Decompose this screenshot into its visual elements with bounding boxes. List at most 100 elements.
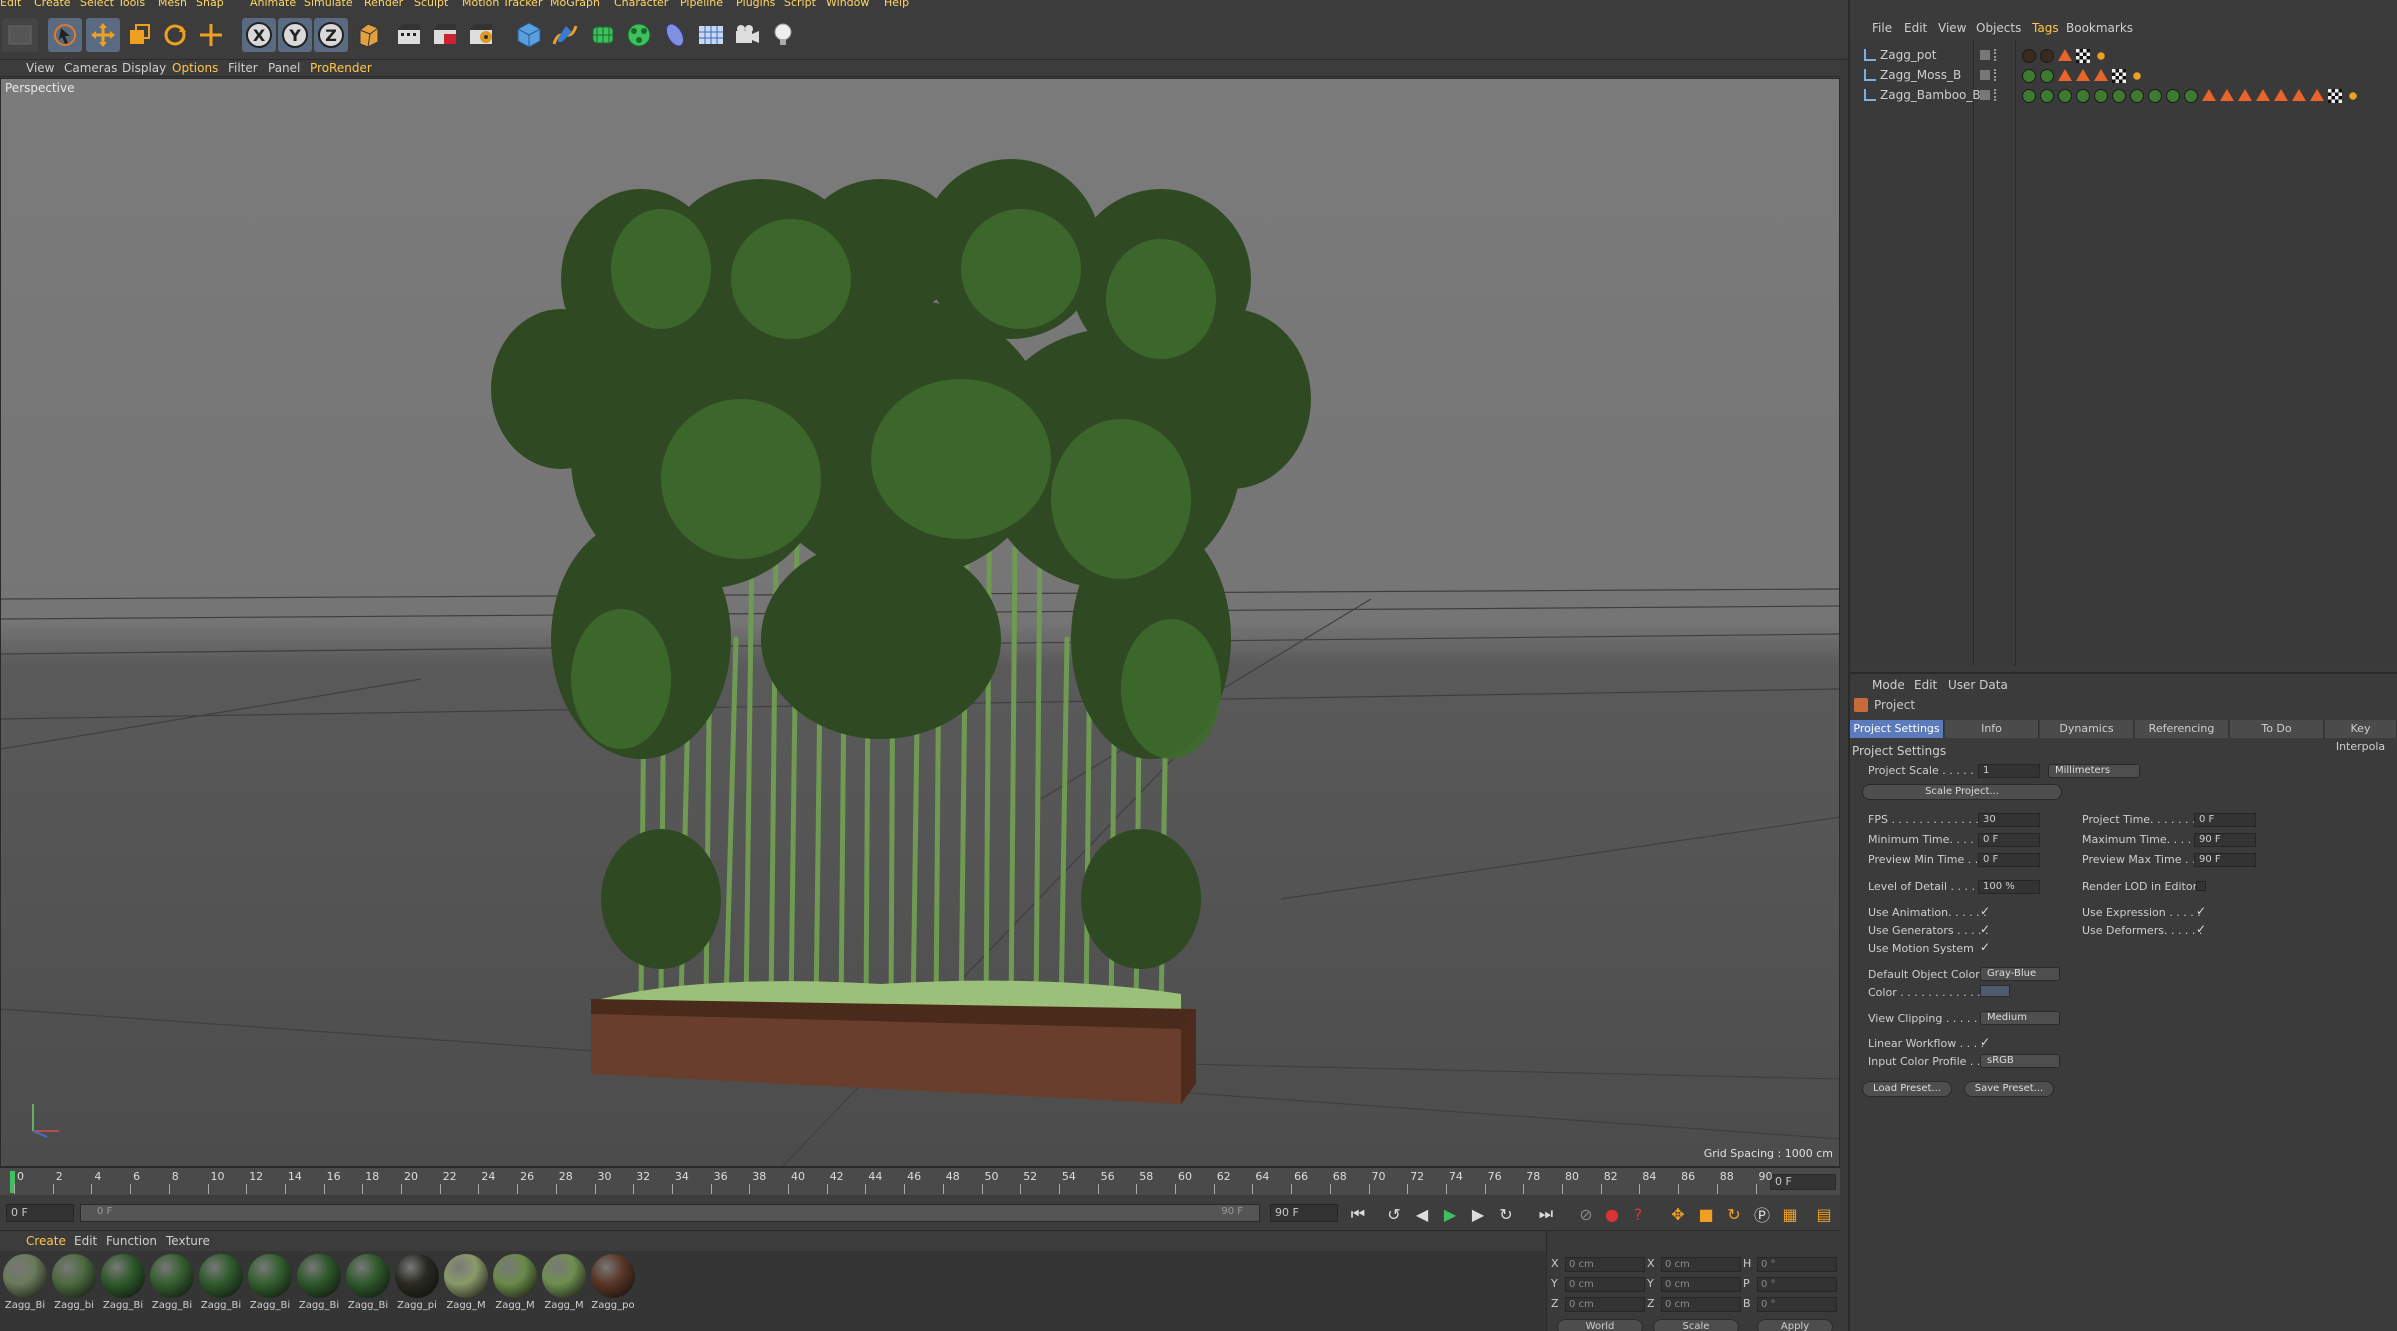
tag-icon[interactable] [2274, 89, 2288, 101]
current-frame-field[interactable]: 0 F [1770, 1174, 1836, 1190]
tag-icon[interactable] [2112, 89, 2126, 103]
coord-field[interactable]: 0 cm [1565, 1297, 1645, 1312]
use-motion-system-checkbox[interactable]: ✓ [1980, 940, 1990, 954]
menu-simulate[interactable]: Simulate [304, 0, 353, 9]
select-arrow-icon[interactable] [48, 18, 82, 52]
render-toggle-icon[interactable] [1994, 49, 1998, 61]
attribute-menu-user-data[interactable]: User Data [1948, 678, 2008, 692]
project-time-field[interactable]: 0 F [2194, 813, 2256, 827]
visibility-toggle-icon[interactable] [1980, 70, 1990, 80]
tag-icon[interactable] [2148, 89, 2162, 103]
keyframe-selection-icon[interactable]: ? [1626, 1202, 1650, 1226]
viewport-menu-options[interactable]: Options [172, 61, 218, 75]
material-swatch[interactable]: Zagg_Bi [2, 1254, 48, 1316]
material-swatch[interactable]: Zagg_pi [394, 1254, 440, 1316]
tag-icon[interactable] [2184, 89, 2198, 103]
tag-icon[interactable] [2058, 69, 2072, 81]
tag-icon[interactable] [2238, 89, 2252, 101]
load-preset-button[interactable]: Load Preset... [1862, 1081, 1952, 1097]
menu-script[interactable]: Script [784, 0, 816, 9]
visibility-toggle-icon[interactable] [1980, 50, 1990, 60]
preview-max-time-field[interactable]: 90 F [2194, 853, 2256, 867]
use-generators-checkbox[interactable]: ✓ [1980, 922, 1990, 936]
object-row[interactable]: Zagg_Bamboo_B [1850, 86, 2397, 105]
attribute-menu-edit[interactable]: Edit [1914, 678, 1937, 692]
coord-mode-dropdown[interactable]: Scale [1653, 1319, 1739, 1331]
object-menu-edit[interactable]: Edit [1904, 21, 1927, 35]
floor-environment-icon[interactable] [694, 18, 728, 52]
cloner-icon[interactable] [622, 18, 656, 52]
tag-icon[interactable] [2022, 49, 2036, 63]
attribute-tab-info[interactable]: Info [1945, 720, 2039, 738]
key-position-icon[interactable]: ✥ [1666, 1202, 1690, 1226]
object-menu-tags[interactable]: Tags [2032, 21, 2059, 35]
tag-icon[interactable] [2328, 89, 2342, 103]
undo-icon[interactable] [2, 18, 38, 52]
use-expression-checkbox[interactable]: ✓ [2196, 904, 2206, 918]
timeline-ruler[interactable]: 0 F 0 2 4 6 8 10 12 14 16 18 20 22 24 26 28 30 32 34 36 38 4… [0, 1167, 1840, 1195]
cube-primitive-icon[interactable] [512, 18, 546, 52]
tag-icon[interactable] [2076, 49, 2090, 63]
menu-select[interactable]: Select [80, 0, 114, 9]
record-keys-icon[interactable]: ⊘ [1574, 1202, 1598, 1226]
default-object-color-dropdown[interactable]: Gray-Blue [1980, 967, 2060, 981]
live-selection-icon[interactable] [194, 18, 228, 52]
object-row[interactable]: Zagg_pot [1850, 46, 2397, 65]
render-view-icon[interactable] [392, 18, 426, 52]
coord-space-dropdown[interactable]: World [1557, 1319, 1643, 1331]
tag-icon[interactable] [2076, 69, 2090, 81]
render-settings-icon[interactable] [464, 18, 498, 52]
scale-icon[interactable] [122, 18, 156, 52]
project-scale-field[interactable]: 1 [1978, 764, 2040, 778]
viewport-menu-cameras[interactable]: Cameras [64, 61, 117, 75]
tag-icon[interactable] [2040, 49, 2054, 63]
coord-field[interactable]: 0 ° [1757, 1257, 1837, 1272]
viewport-menu-prorender[interactable]: ProRender [310, 61, 372, 75]
menu-sculpt[interactable]: Sculpt [414, 0, 448, 9]
material-swatch[interactable]: Zagg_Bi [345, 1254, 391, 1316]
key-scale-icon[interactable]: ■ [1694, 1202, 1718, 1226]
material-swatch[interactable]: Zagg_Bi [198, 1254, 244, 1316]
menu-plugins[interactable]: Plugins [736, 0, 775, 9]
material-swatch[interactable]: Zagg_Bi [296, 1254, 342, 1316]
coord-field[interactable]: 0 ° [1757, 1277, 1837, 1292]
object-menu-file[interactable]: File [1872, 21, 1892, 35]
material-swatch[interactable]: Zagg_M [443, 1254, 489, 1316]
attribute-tab-to-do[interactable]: To Do [2230, 720, 2324, 738]
menu-mograph[interactable]: MoGraph [550, 0, 600, 9]
attribute-tab-referencing[interactable]: Referencing [2135, 720, 2229, 738]
menu-window[interactable]: Window [826, 0, 869, 9]
attribute-menu-mode[interactable]: Mode [1872, 678, 1905, 692]
previous-frame-icon[interactable]: ◀ [1410, 1202, 1434, 1226]
save-preset-button[interactable]: Save Preset... [1964, 1081, 2054, 1097]
maximum-time-field[interactable]: 90 F [2194, 833, 2256, 847]
menu-help[interactable]: Help [884, 0, 909, 9]
tag-icon[interactable] [2058, 89, 2072, 103]
viewport-menu-panel[interactable]: Panel [268, 61, 300, 75]
perspective-viewport[interactable]: Perspective Grid Spacing: 1000 cm [0, 78, 1840, 1167]
render-toggle-icon[interactable] [1994, 89, 1998, 101]
material-menu-function[interactable]: Function [106, 1234, 157, 1248]
render-toggle-icon[interactable] [1994, 69, 1998, 81]
move-icon[interactable] [86, 18, 120, 52]
go-to-end-icon[interactable]: ⏭ [1534, 1202, 1558, 1226]
tag-icon[interactable] [2166, 89, 2180, 103]
tag-icon[interactable] [2112, 69, 2126, 83]
tag-icon[interactable] [2256, 89, 2270, 101]
coord-apply-button[interactable]: Apply [1757, 1319, 1833, 1331]
rotate-icon[interactable] [158, 18, 192, 52]
coord-field[interactable]: 0 cm [1661, 1297, 1741, 1312]
viewport-menu-view[interactable]: View [26, 61, 54, 75]
key-parameter-icon[interactable]: Ⓟ [1750, 1202, 1774, 1226]
fps-field[interactable]: 30 [1978, 813, 2040, 827]
deformer-bend-icon[interactable] [658, 18, 692, 52]
menu-character[interactable]: Character [614, 0, 668, 9]
menu-snap[interactable]: Snap [196, 0, 224, 9]
material-swatch[interactable]: Zagg_Bi [100, 1254, 146, 1316]
camera-icon[interactable] [730, 18, 764, 52]
tag-icon[interactable] [2220, 89, 2234, 101]
coord-field[interactable]: 0 cm [1565, 1277, 1645, 1292]
object-menu-bookmarks[interactable]: Bookmarks [2066, 21, 2133, 35]
project-scale-unit-dropdown[interactable]: Millimeters [2048, 764, 2140, 778]
start-frame-field[interactable]: 0 F [6, 1204, 74, 1222]
